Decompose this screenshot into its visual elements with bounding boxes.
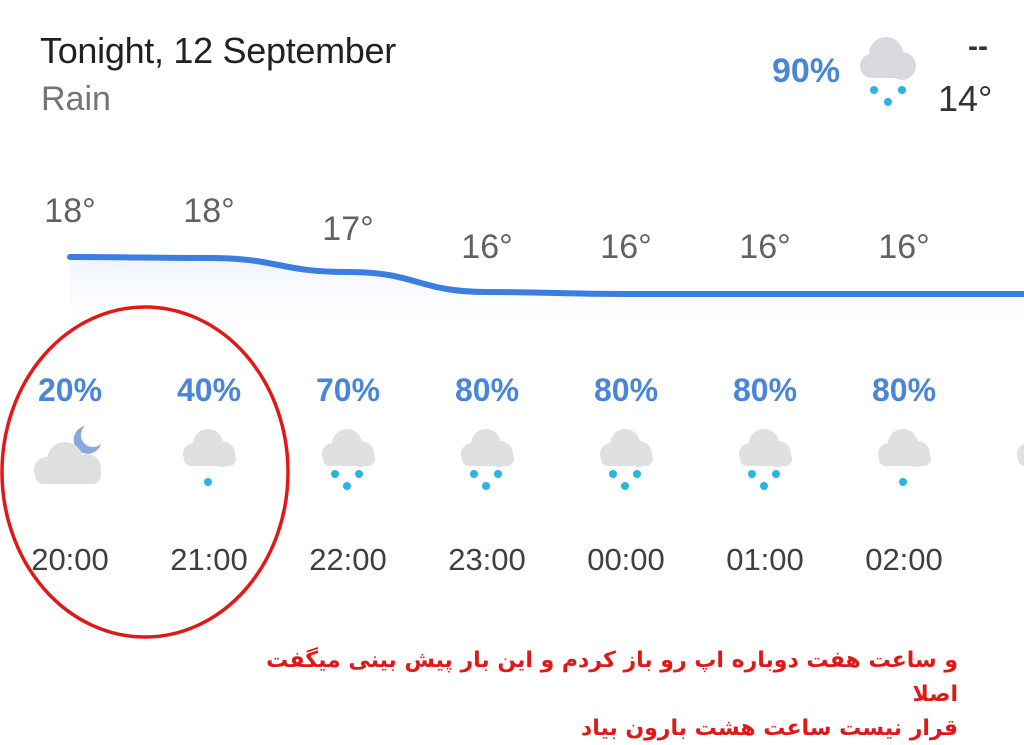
condition-label: Rain xyxy=(41,80,111,118)
highlight-circle xyxy=(0,305,290,639)
hour-temp: 16° xyxy=(878,228,930,266)
page-title: Tonight, 12 September xyxy=(40,30,396,71)
current-low: 14° xyxy=(938,78,993,119)
hour-column[interactable]: 80% 01:00 xyxy=(700,370,830,578)
annotation-note: و ساعت هفت دوباره اپ رو باز کردم و این ب… xyxy=(258,644,958,745)
hour-precip: 9 xyxy=(978,370,1024,410)
current-precip: 90% xyxy=(772,52,841,90)
hour-column[interactable]: 9 03 xyxy=(978,370,1024,578)
hour-time: 22:00 xyxy=(309,542,387,577)
hour-time: 00:00 xyxy=(587,542,665,577)
hour-temp: 16° xyxy=(461,228,513,266)
annotation-line-1: و ساعت هفت دوباره اپ رو باز کردم و این ب… xyxy=(266,648,958,707)
hour-column[interactable]: 80% 23:00 xyxy=(422,370,552,578)
hour-precip: 80% xyxy=(593,372,659,408)
hour-column[interactable]: 80% 00:00 xyxy=(561,370,691,578)
hour-column[interactable]: 80% 02:00 xyxy=(839,370,969,578)
hour-column[interactable]: 70% 22:00 xyxy=(283,370,413,578)
hour-temp: 17° xyxy=(322,210,374,248)
rain-icon xyxy=(581,422,671,502)
hour-precip: 80% xyxy=(871,372,937,408)
current-high: -- xyxy=(968,30,988,63)
rain-icon xyxy=(442,422,532,502)
annotation-line-2: قرار نیست ساعت هشت بارون بیاد xyxy=(580,716,958,741)
weather-hourly-view: Tonight, 12 September Rain 90% -- 14° 18… xyxy=(0,0,1024,745)
rain-icon xyxy=(303,422,393,502)
light-rain-icon xyxy=(859,422,949,502)
rain-cloud-icon xyxy=(852,32,924,112)
hour-temp: 16° xyxy=(739,228,791,266)
hour-time: 01:00 xyxy=(726,542,804,577)
rain-icon xyxy=(720,422,810,502)
hour-time: 23:00 xyxy=(448,542,526,577)
hour-time: 02:00 xyxy=(865,542,943,577)
rain-icon xyxy=(998,422,1024,502)
hour-time: 03 xyxy=(978,542,1024,578)
hour-temp: 18° xyxy=(44,192,96,230)
hour-temp: 16° xyxy=(600,228,652,266)
hour-temp: 18° xyxy=(183,192,235,230)
hour-precip: 80% xyxy=(454,372,520,408)
hour-precip: 80% xyxy=(732,372,798,408)
hour-precip: 70% xyxy=(315,372,381,408)
